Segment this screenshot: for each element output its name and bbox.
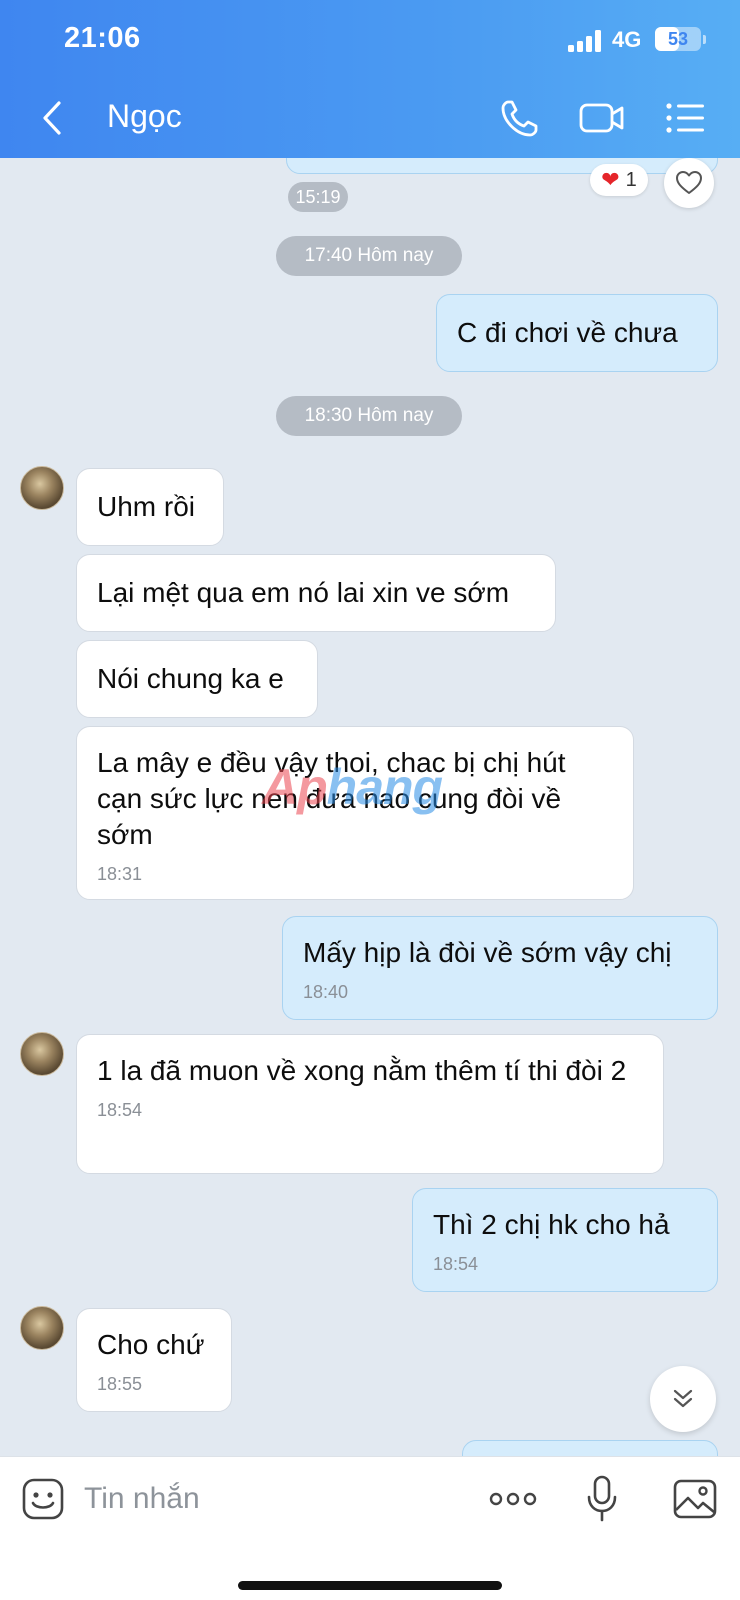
heart-outline-icon (676, 171, 702, 194)
phone-icon (501, 100, 538, 137)
chevron-left-icon (43, 101, 61, 135)
home-indicator[interactable] (238, 1581, 502, 1590)
battery-level: 53 (667, 29, 689, 49)
react-button[interactable] (664, 158, 714, 208)
network-type: 4G (612, 27, 642, 52)
call-button[interactable] (498, 96, 542, 140)
voice-message-button[interactable] (584, 1473, 620, 1525)
scroll-to-bottom-button[interactable] (650, 1366, 716, 1432)
message-time: 18:54 (97, 1100, 143, 1120)
gallery-button[interactable] (672, 1477, 718, 1521)
time-label: 15:19 (288, 182, 348, 212)
video-call-button[interactable] (578, 96, 626, 140)
reaction-badge[interactable]: ❤ 1 (590, 164, 648, 196)
message-bubble-in[interactable]: Cho chứ 18:55 (76, 1308, 232, 1412)
contact-name[interactable]: Ngọc (107, 98, 182, 135)
message-input[interactable] (84, 1475, 464, 1523)
avatar[interactable] (20, 1306, 64, 1350)
chat-header: 21:06 4G 53 Ngọc (0, 0, 740, 158)
message-text: Mấy hịp là đòi về sớm vậy chị (303, 937, 672, 968)
message-bubble-in[interactable]: 1 la đã muon về xong nằm thêm tí thi đòi… (76, 1034, 664, 1174)
message-bubble-partial[interactable] (286, 158, 718, 174)
composer-bar (0, 1456, 740, 1600)
message-text: Cho chứ (97, 1329, 205, 1360)
back-button[interactable] (34, 96, 70, 140)
message-bubble-in[interactable]: Nói chung ka e (76, 640, 318, 718)
message-bubble-partial[interactable] (462, 1440, 718, 1456)
message-bubble-in[interactable]: Lại mệt qua em nó lai xin ve sớm (76, 554, 556, 632)
message-bubble-out[interactable]: Mấy hịp là đòi về sớm vậy chị 18:40 (282, 916, 718, 1020)
message-time: 18:55 (97, 1374, 143, 1394)
image-gallery-icon (673, 1479, 717, 1519)
status-time: 21:06 (64, 22, 141, 54)
signal-strength-icon (568, 30, 604, 52)
message-text: Thì 2 chị hk cho hả (433, 1209, 670, 1240)
video-camera-icon (579, 103, 624, 133)
more-options-button[interactable] (488, 1483, 538, 1515)
message-bubble-in[interactable]: Uhm rồi (76, 468, 224, 546)
reaction-count: 1 (625, 168, 637, 191)
heart-icon: ❤ (601, 167, 620, 192)
chevron-double-down-icon (673, 1389, 693, 1408)
emoji-button[interactable] (20, 1476, 66, 1522)
message-list[interactable]: 15:19 ❤ 1 17:40 Hôm nay C đi chơi về chư… (0, 158, 740, 1456)
date-divider: 17:40 Hôm nay (276, 236, 462, 276)
message-bubble-out[interactable]: Thì 2 chị hk cho hả 18:54 (412, 1188, 718, 1292)
avatar[interactable] (20, 1032, 64, 1076)
menu-button[interactable] (664, 96, 706, 140)
message-text: La mây e đều vậy thoi, chac bị chị hút c… (97, 747, 566, 850)
battery-nub (703, 35, 706, 44)
list-menu-icon (666, 103, 704, 133)
battery-icon: 53 (655, 27, 701, 51)
emoji-icon (22, 1478, 64, 1520)
message-bubble-out[interactable]: C đi chơi về chưa (436, 294, 718, 372)
message-bubble-in[interactable]: La mây e đều vậy thoi, chac bị chị hút c… (76, 726, 634, 900)
message-time: 18:31 (97, 864, 143, 884)
message-text: 1 la đã muon về xong nằm thêm tí thi đòi… (97, 1055, 627, 1086)
message-time: 18:40 (303, 982, 349, 1002)
avatar[interactable] (20, 466, 64, 510)
message-time: 18:54 (433, 1254, 479, 1274)
microphone-icon (587, 1475, 617, 1522)
date-divider: 18:30 Hôm nay (276, 396, 462, 436)
more-dots-icon (489, 1492, 537, 1506)
